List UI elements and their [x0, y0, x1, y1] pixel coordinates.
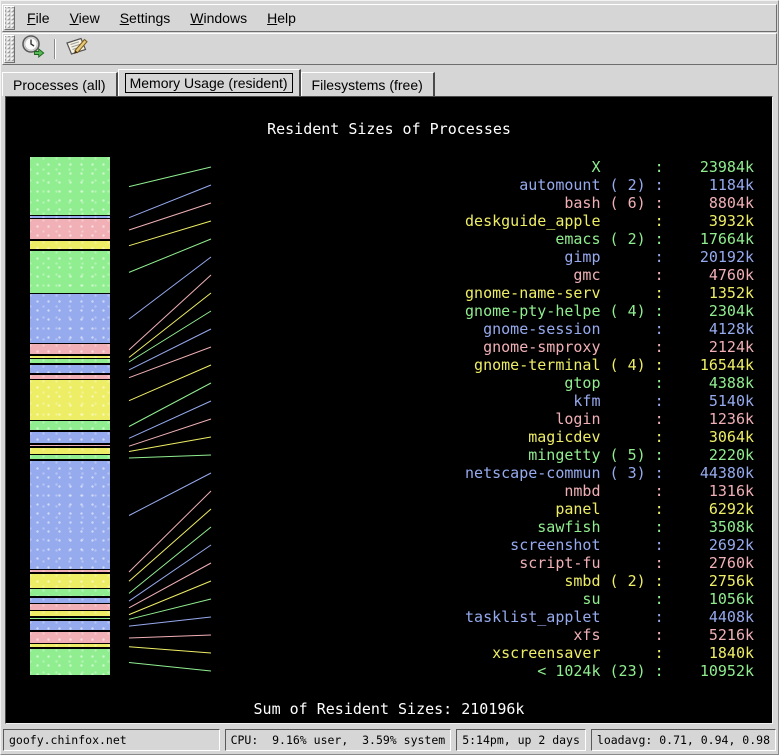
process-row: login : 1236k	[465, 410, 754, 428]
menu-file[interactable]: File	[18, 7, 59, 29]
bar-segment-sawfish	[30, 589, 110, 596]
process-row: gnome-name-serv : 1352k	[465, 284, 754, 302]
process-row: mingetty ( 5) : 2220k	[465, 446, 754, 464]
notebook-tabbar: Processes (all) Memory Usage (resident) …	[1, 69, 778, 96]
bar-segment-gnome-session	[30, 365, 110, 374]
menu-windows[interactable]: Windows	[181, 7, 256, 29]
tab-label: Processes (all)	[13, 77, 106, 93]
process-row: gnome-pty-helpe ( 4) : 2304k	[465, 302, 754, 320]
menu-help[interactable]: Help	[258, 7, 305, 29]
properties-button[interactable]	[62, 35, 92, 63]
toolbar	[2, 33, 777, 65]
bar-segment-script-fu	[30, 604, 110, 609]
process-row: script-fu : 2760k	[465, 554, 754, 572]
memory-usage-graph: Resident Sizes of Processes X : 23984k a…	[5, 96, 773, 724]
menu-view[interactable]: View	[61, 7, 109, 29]
process-row: sawfish : 3508k	[465, 518, 754, 536]
process-row: smbd ( 2) : 2756k	[465, 572, 754, 590]
loadavg-status: loadavg: 0.71, 0.94, 0.98	[591, 729, 776, 751]
bar-segment-gmc	[30, 344, 110, 354]
bar-segment-login	[30, 445, 110, 447]
process-row: bash ( 6) : 8804k	[465, 194, 754, 212]
process-row: xscreensaver : 1840k	[465, 644, 754, 662]
process-row: < 1024k (23) : 10952k	[465, 662, 754, 680]
process-row: panel : 6292k	[465, 500, 754, 518]
menu-settings[interactable]: Settings	[111, 7, 180, 29]
bar-segment-su	[30, 618, 110, 619]
process-row: gnome-terminal ( 4) : 16544k	[465, 356, 754, 374]
bar-segment-nmbd	[30, 570, 110, 572]
process-row: xfs : 5216k	[465, 626, 754, 644]
bar-segment-kfm	[30, 432, 110, 443]
bar-segment-gnome-name-serv	[30, 356, 110, 358]
bar-segment-gimp	[30, 294, 110, 342]
process-row: su : 1056k	[465, 590, 754, 608]
menubar-drag-handle[interactable]	[4, 6, 15, 30]
process-row: kfm : 5140k	[465, 392, 754, 410]
bar-segment-xfs	[30, 632, 110, 643]
bar-segment-mingetty	[30, 455, 110, 459]
bar-segment-netscape-commun	[30, 461, 110, 569]
statusbar: goofy.chinfox.net CPU: 9.16% user, 3.59%…	[3, 729, 776, 751]
process-row: gnome-smproxy : 2124k	[465, 338, 754, 356]
bar-segment-smbd	[30, 611, 110, 616]
clock-run-icon	[20, 34, 46, 65]
gtop-window: { "menu": { "items": [ { "label": "File"…	[0, 0, 779, 755]
tab-processes-all[interactable]: Processes (all)	[2, 72, 118, 96]
process-row: automount ( 2) : 1184k	[465, 176, 754, 194]
menubar: File View Settings Windows Help	[2, 4, 777, 32]
bar-segment-bash	[30, 219, 110, 239]
graph-sum-label: Sum of Resident Sizes: 210196k	[6, 700, 772, 718]
process-row: tasklist_applet : 4408k	[465, 608, 754, 626]
bar-segment-deskguide-apple	[30, 241, 110, 249]
bar-segment-gnome-smproxy	[30, 375, 110, 379]
bar-segment--1024k	[30, 649, 110, 675]
bar-segment-gtop	[30, 421, 110, 430]
bar-segment-X	[30, 157, 110, 215]
bar-segment-automount	[30, 216, 110, 217]
bar-segment-tasklist-applet	[30, 621, 110, 630]
bar-segment-gnome-pty-helpe	[30, 359, 110, 363]
process-row: gtop : 4388k	[465, 374, 754, 392]
bar-segment-gnome-terminal	[30, 380, 110, 419]
cpu-status: CPU: 9.16% user, 3.59% system	[225, 729, 452, 751]
toolbar-separator	[54, 39, 56, 59]
process-list: X : 23984k automount ( 2) : 1184k bash (…	[465, 158, 754, 680]
process-row: netscape-commun ( 3) : 44380k	[465, 464, 754, 482]
process-row: emacs ( 2) : 17664k	[465, 230, 754, 248]
bar-segment-screenshot	[30, 598, 110, 603]
time-status: 5:14pm, up 2 days	[456, 729, 586, 751]
tab-filesystems-free[interactable]: Filesystems (free)	[301, 72, 435, 96]
process-row: gnome-session : 4128k	[465, 320, 754, 338]
toolbar-drag-handle[interactable]	[4, 35, 15, 63]
process-row: gimp : 20192k	[465, 248, 754, 266]
tab-label: Memory Usage (resident)	[125, 73, 293, 93]
process-row: X : 23984k	[465, 158, 754, 176]
process-row: magicdev : 3064k	[465, 428, 754, 446]
edit-note-icon	[64, 34, 90, 65]
bar-segment-emacs	[30, 251, 110, 293]
process-row: deskguide_apple : 3932k	[465, 212, 754, 230]
host-status: goofy.chinfox.net	[3, 729, 220, 751]
bar-segment-magicdev	[30, 448, 110, 454]
bar-segment-panel	[30, 574, 110, 588]
process-row: gmc : 4760k	[465, 266, 754, 284]
tab-memory-usage-resident[interactable]: Memory Usage (resident)	[118, 69, 301, 96]
bar-segment-xscreensaver	[30, 644, 110, 647]
process-row: nmbd : 1316k	[465, 482, 754, 500]
timer-toggle-button[interactable]	[18, 35, 48, 63]
process-row: screenshot : 2692k	[465, 536, 754, 554]
tab-label: Filesystems (free)	[312, 77, 423, 93]
